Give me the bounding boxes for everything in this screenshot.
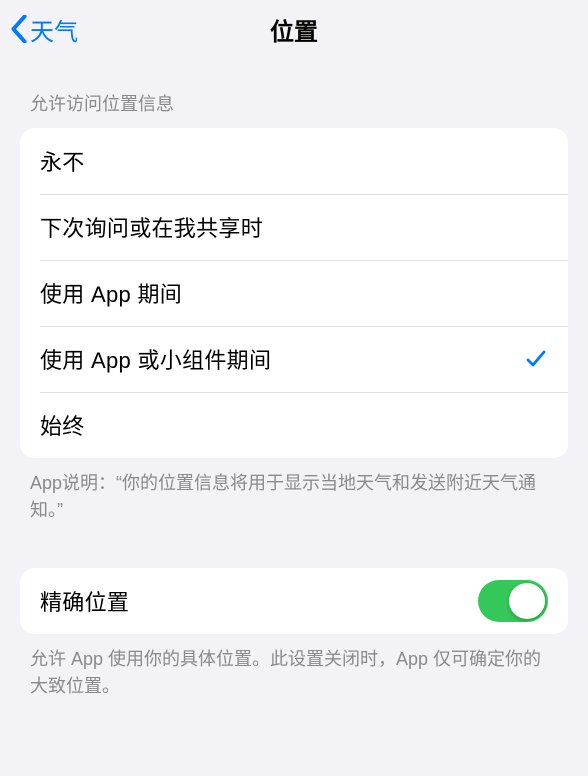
access-section-footer: App说明：“你的位置信息将用于显示当地天气和发送附近天气通知。” — [0, 458, 588, 524]
access-option-while-using-app[interactable]: 使用 App 期间 — [20, 260, 568, 326]
back-button[interactable]: 天气 — [10, 12, 78, 47]
option-label: 使用 App 或小组件期间 — [40, 343, 271, 375]
option-label: 使用 App 期间 — [40, 277, 182, 309]
access-option-ask-next-time[interactable]: 下次询问或在我共享时 — [20, 194, 568, 260]
toggle-knob — [509, 583, 545, 619]
access-option-always[interactable]: 始终 — [20, 392, 568, 458]
precise-location-label: 精确位置 — [40, 585, 129, 617]
chevron-left-icon — [10, 15, 28, 43]
precise-section-footer: 允许 App 使用你的具体位置。此设置关闭时，App 仅可确定你的大致位置。 — [0, 634, 588, 700]
access-section-header: 允许访问位置信息 — [0, 90, 588, 128]
access-option-while-using-app-or-widgets[interactable]: 使用 App 或小组件期间 — [20, 326, 568, 392]
access-options-group: 永不 下次询问或在我共享时 使用 App 期间 使用 App 或小组件期间 始终 — [20, 128, 568, 458]
section-spacer — [0, 524, 588, 568]
option-label: 永不 — [40, 145, 85, 177]
page-title: 位置 — [270, 12, 318, 47]
content: 允许访问位置信息 永不 下次询问或在我共享时 使用 App 期间 使用 App … — [0, 58, 588, 700]
navbar: 天气 位置 — [0, 0, 588, 58]
back-label: 天气 — [30, 12, 78, 47]
precise-location-toggle[interactable] — [478, 580, 548, 622]
checkmark-icon — [524, 347, 548, 371]
access-option-never[interactable]: 永不 — [20, 128, 568, 194]
option-label: 始终 — [40, 409, 85, 441]
precise-location-row[interactable]: 精确位置 — [20, 568, 568, 634]
precise-location-group: 精确位置 — [20, 568, 568, 634]
option-label: 下次询问或在我共享时 — [40, 211, 263, 243]
